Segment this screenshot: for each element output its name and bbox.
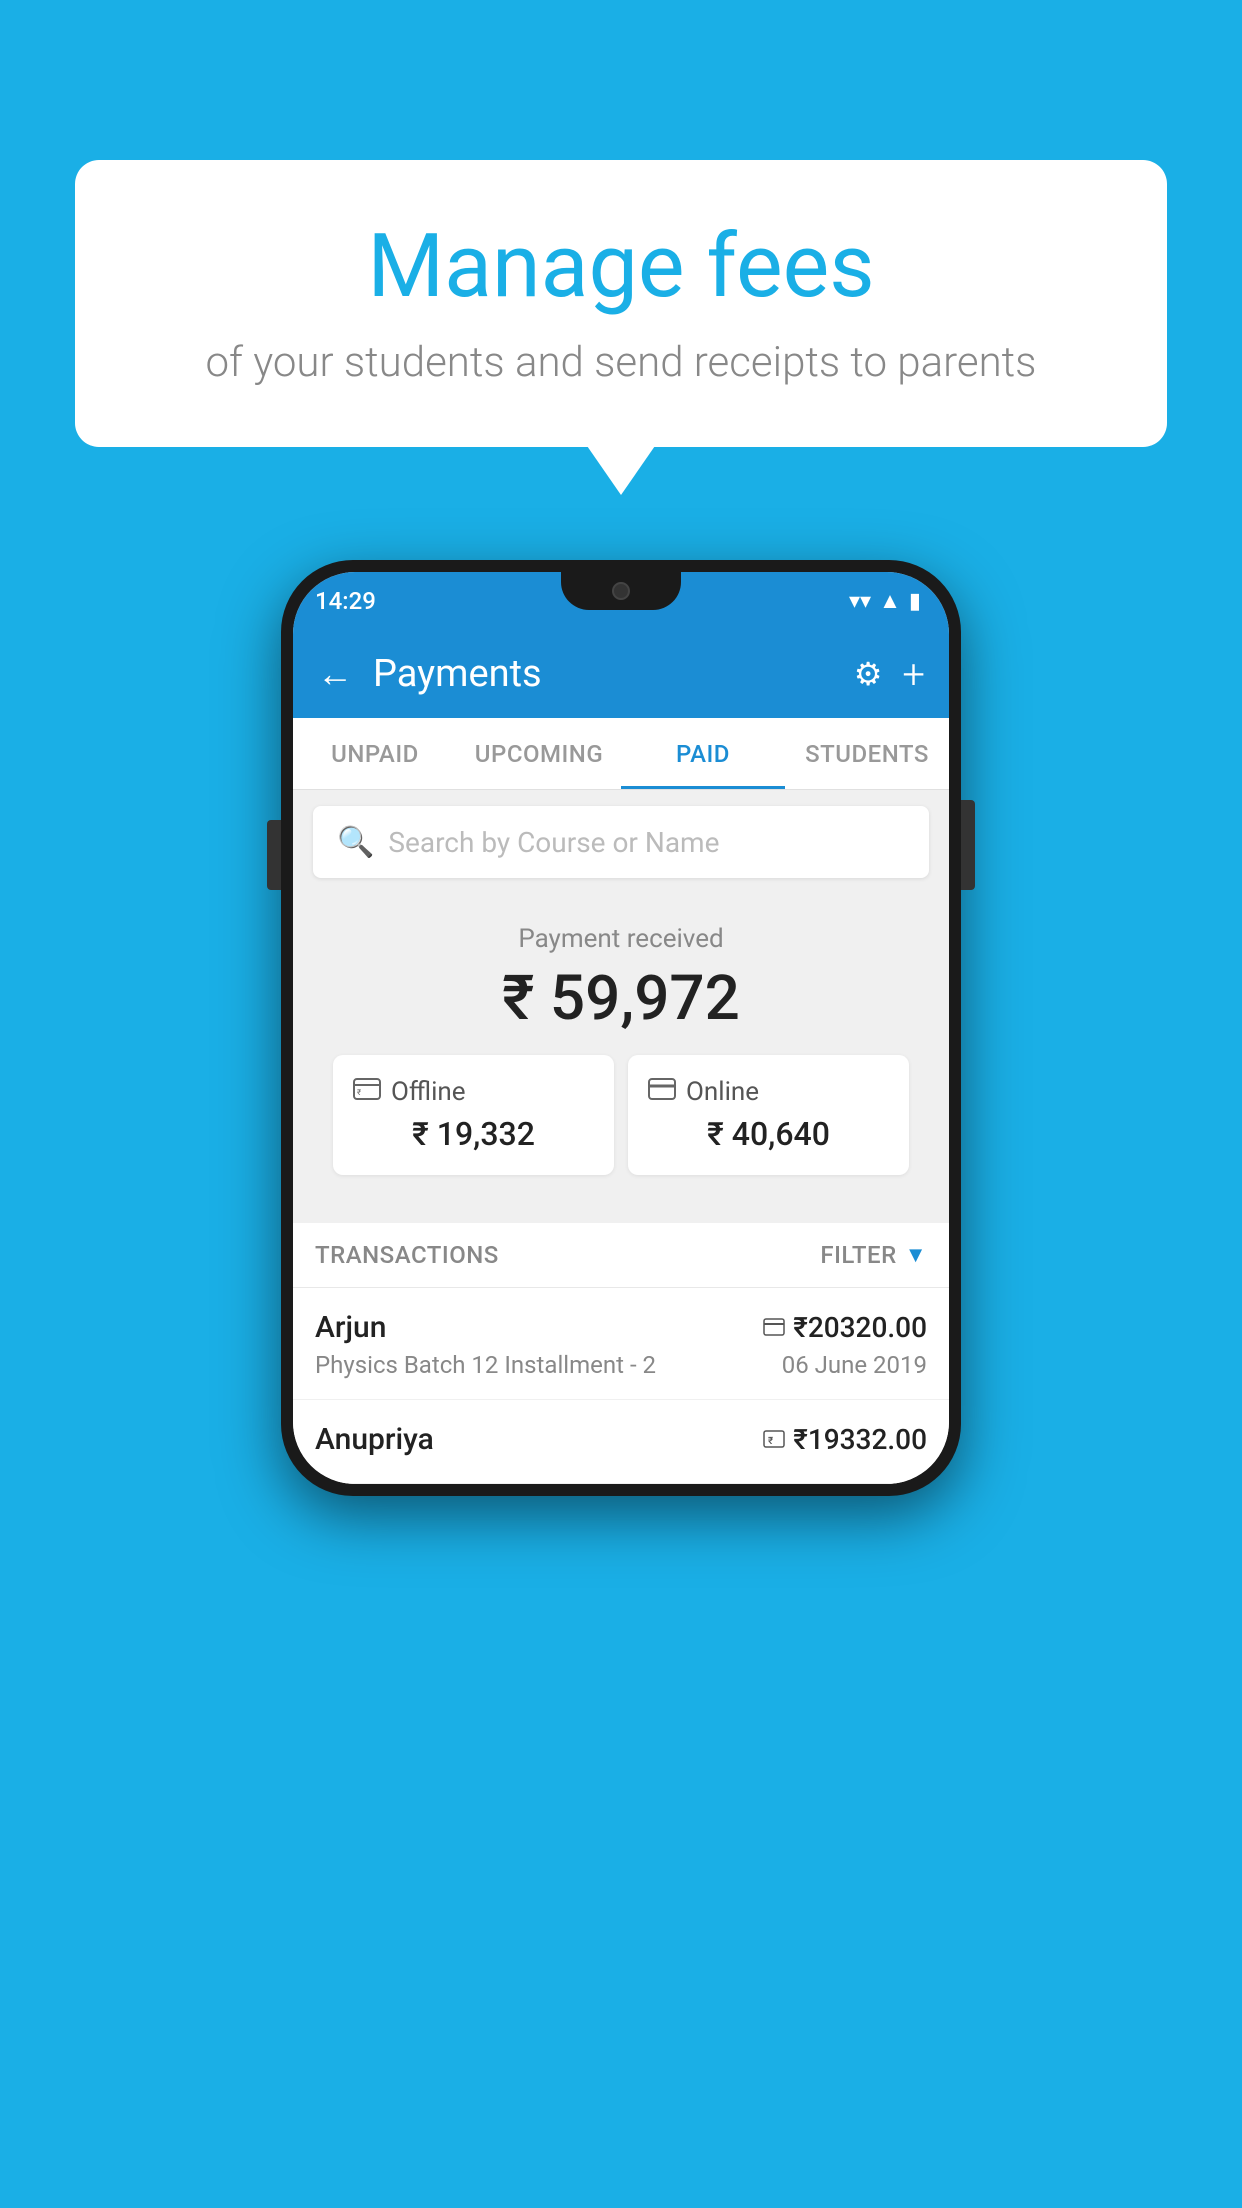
online-label: Online	[686, 1077, 759, 1107]
payment-received-amount: ₹ 59,972	[313, 962, 929, 1035]
transaction-row-arjun[interactable]: Arjun ₹20320.00 Physics	[293, 1288, 949, 1400]
svg-text:₹: ₹	[357, 1088, 361, 1097]
online-card: Online ₹ 40,640	[628, 1055, 909, 1175]
transaction-row-anupriya[interactable]: Anupriya ₹ ₹19332.00	[293, 1400, 949, 1484]
amount-arjun: ₹20320.00	[793, 1311, 927, 1344]
student-name-arjun: Arjun	[315, 1310, 386, 1345]
speech-bubble-subtitle: of your students and send receipts to pa…	[135, 338, 1107, 387]
filter-label: FILTER	[820, 1241, 896, 1269]
speech-bubble-title: Manage fees	[135, 215, 1107, 318]
tab-students[interactable]: STUDENTS	[785, 718, 949, 789]
app-bar: ← Payments ⚙ +	[293, 630, 949, 718]
notch	[561, 572, 681, 610]
wifi-icon: ▾▾	[849, 589, 871, 614]
transactions-header: TRANSACTIONS FILTER ▼	[293, 1223, 949, 1288]
payment-type-icon-anupriya: ₹	[763, 1426, 785, 1454]
tab-paid[interactable]: PAID	[621, 718, 785, 789]
online-icon	[648, 1077, 676, 1107]
filter-icon: ▼	[905, 1242, 927, 1268]
camera	[612, 582, 630, 600]
payment-cards: ₹ Offline ₹ 19,332	[313, 1055, 929, 1199]
status-time: 14:29	[315, 587, 376, 615]
search-placeholder: Search by Course or Name	[388, 826, 719, 859]
add-button[interactable]: +	[902, 651, 925, 698]
settings-button[interactable]: ⚙	[854, 655, 883, 693]
status-icons: ▾▾ ▲ ▮	[849, 588, 921, 614]
search-icon: 🔍	[337, 825, 374, 860]
offline-card: ₹ Offline ₹ 19,332	[333, 1055, 614, 1175]
payment-received-label: Payment received	[313, 924, 929, 954]
status-bar: 14:29 ▾▾ ▲ ▮	[293, 572, 949, 630]
tab-unpaid[interactable]: UNPAID	[293, 718, 457, 789]
search-bar[interactable]: 🔍 Search by Course or Name	[313, 806, 929, 878]
app-bar-title: Payments	[373, 652, 834, 696]
transactions-label: TRANSACTIONS	[315, 1241, 499, 1269]
svg-text:₹: ₹	[768, 1436, 774, 1447]
payment-type-icon-arjun	[763, 1314, 785, 1342]
course-arjun: Physics Batch 12 Installment - 2	[315, 1351, 656, 1379]
signal-icon: ▲	[879, 588, 901, 614]
tab-upcoming[interactable]: UPCOMING	[457, 718, 621, 789]
offline-amount: ₹ 19,332	[353, 1115, 594, 1153]
offline-icon: ₹	[353, 1077, 381, 1107]
battery-icon: ▮	[909, 589, 921, 614]
filter-button[interactable]: FILTER ▼	[820, 1241, 927, 1269]
phone-frame: 14:29 ▾▾ ▲ ▮ ← Payments ⚙	[281, 560, 961, 1496]
student-name-anupriya: Anupriya	[315, 1422, 434, 1457]
amount-anupriya: ₹19332.00	[793, 1423, 927, 1456]
tabs-container: UNPAID UPCOMING PAID STUDENTS	[293, 718, 949, 790]
search-section: 🔍 Search by Course or Name	[293, 790, 949, 894]
offline-label: Offline	[391, 1077, 466, 1107]
speech-bubble: Manage fees of your students and send re…	[75, 160, 1167, 447]
payment-received-section: Payment received ₹ 59,972 ₹	[293, 894, 949, 1223]
back-button[interactable]: ←	[317, 653, 353, 695]
online-amount: ₹ 40,640	[648, 1115, 889, 1153]
date-arjun: 06 June 2019	[782, 1351, 927, 1379]
